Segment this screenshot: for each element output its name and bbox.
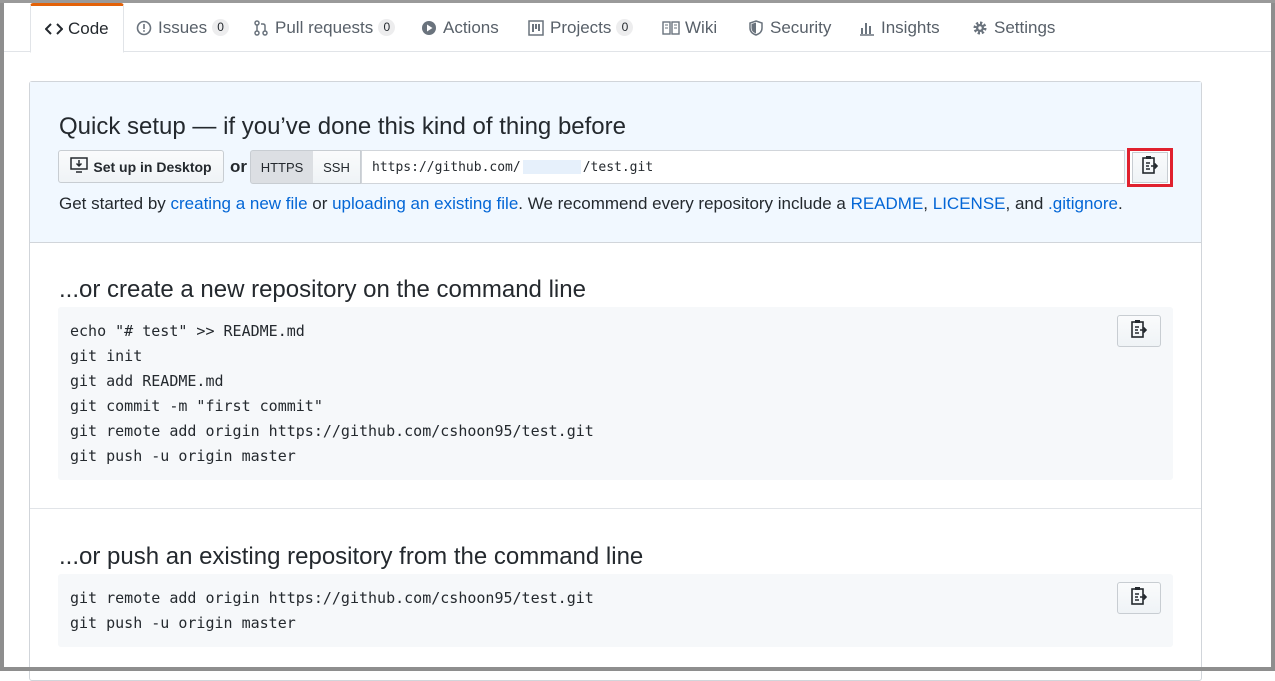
pull-requests-counter: 0 bbox=[378, 19, 396, 36]
copy-push-commands-button[interactable] bbox=[1117, 582, 1161, 614]
tab-label: Actions bbox=[443, 17, 499, 37]
tab-label: Pull requests bbox=[275, 17, 374, 37]
license-link[interactable]: LICENSE bbox=[933, 194, 1006, 213]
get-started-text-part: , bbox=[923, 194, 933, 213]
code-icon bbox=[45, 20, 63, 38]
tab-insights[interactable]: Insights bbox=[858, 3, 940, 52]
clipboard-icon bbox=[1141, 155, 1159, 180]
copy-create-commands-button[interactable] bbox=[1117, 315, 1161, 347]
readme-link[interactable]: README bbox=[851, 194, 924, 213]
tab-label: Code bbox=[68, 19, 109, 38]
tab-label: Security bbox=[770, 17, 832, 37]
tab-code[interactable]: Code bbox=[30, 3, 124, 53]
projects-counter: 0 bbox=[616, 19, 634, 36]
quick-setup-panel: Quick setup — if you’ve done this kind o… bbox=[30, 82, 1201, 243]
push-repo-title: ...or push an existing repository from t… bbox=[59, 543, 644, 570]
clone-url-prefix: https://github.com/ bbox=[372, 159, 521, 175]
tab-security[interactable]: Security bbox=[747, 3, 831, 52]
tab-settings[interactable]: Settings bbox=[971, 3, 1055, 52]
repo-nav-tabs: Code Issues 0 Pull requests 0 Actions Pr… bbox=[4, 3, 1271, 53]
clipboard-icon bbox=[1130, 586, 1148, 610]
code-line: git init bbox=[70, 347, 143, 365]
code-line: git remote add origin https://github.com… bbox=[70, 589, 594, 607]
quick-setup-title: Quick setup — if you’ve done this kind o… bbox=[59, 113, 626, 140]
copy-url-button[interactable] bbox=[1132, 152, 1168, 183]
pull-request-icon bbox=[252, 19, 270, 37]
copy-url-highlight bbox=[1127, 148, 1173, 187]
redacted-username bbox=[522, 160, 581, 174]
desktop-download-icon bbox=[70, 157, 89, 176]
issues-counter: 0 bbox=[212, 19, 230, 36]
tab-label: Projects bbox=[550, 17, 612, 37]
tab-label: Issues bbox=[158, 17, 208, 37]
ssh-toggle-button[interactable]: SSH bbox=[313, 150, 361, 184]
get-started-text-part: . bbox=[1117, 194, 1123, 213]
get-started-text-part: Get started by bbox=[59, 194, 171, 213]
tab-label: Wiki bbox=[685, 17, 718, 37]
get-started-text-part: or bbox=[307, 194, 333, 213]
clone-url-input[interactable]: https://github.com/ /test.git bbox=[361, 150, 1125, 184]
setup-in-desktop-button[interactable]: Set up in Desktop bbox=[58, 150, 224, 183]
clone-url-suffix: /test.git bbox=[582, 159, 654, 175]
get-started-text-part: . We recommend every repository include … bbox=[518, 194, 851, 213]
gear-icon bbox=[971, 19, 989, 37]
tab-actions[interactable]: Actions bbox=[420, 3, 499, 52]
tab-label: Insights bbox=[881, 17, 940, 37]
create-repo-code-block: echo "# test" >> README.md git init git … bbox=[58, 307, 1173, 480]
shield-icon bbox=[747, 19, 765, 37]
tab-projects[interactable]: Projects 0 bbox=[527, 3, 634, 52]
code-line: echo "# test" >> README.md bbox=[70, 322, 305, 340]
issue-icon bbox=[135, 19, 153, 37]
uploading-existing-file-link[interactable]: uploading an existing file bbox=[332, 194, 518, 213]
get-started-text-part: , and bbox=[1005, 194, 1049, 213]
https-toggle-button[interactable]: HTTPS bbox=[250, 150, 314, 184]
code-line: git push -u origin master bbox=[70, 447, 296, 465]
tab-pull-requests[interactable]: Pull requests 0 bbox=[252, 3, 396, 52]
play-icon bbox=[420, 19, 438, 37]
gitignore-link[interactable]: .gitignore bbox=[1048, 194, 1118, 213]
create-repo-title: ...or create a new repository on the com… bbox=[59, 276, 586, 303]
empty-repo-setup-box: Quick setup — if you’ve done this kind o… bbox=[29, 81, 1202, 681]
code-line: git commit -m "first commit" bbox=[70, 397, 323, 415]
or-separator: or bbox=[230, 157, 247, 176]
section-divider bbox=[30, 508, 1201, 509]
clipboard-icon bbox=[1130, 319, 1148, 343]
push-repo-code-block: git remote add origin https://github.com… bbox=[58, 574, 1173, 647]
code-line: git add README.md bbox=[70, 372, 224, 390]
code-line: git remote add origin https://github.com… bbox=[70, 422, 594, 440]
project-icon bbox=[527, 19, 545, 37]
graph-icon bbox=[858, 19, 876, 37]
book-icon bbox=[662, 19, 680, 37]
code-line: git push -u origin master bbox=[70, 614, 296, 632]
get-started-text: Get started by creating a new file or up… bbox=[59, 194, 1123, 214]
creating-new-file-link[interactable]: creating a new file bbox=[171, 194, 308, 213]
window-top-border bbox=[0, 0, 1275, 3]
tab-wiki[interactable]: Wiki bbox=[662, 3, 717, 52]
setup-in-desktop-label: Set up in Desktop bbox=[93, 158, 212, 175]
tab-issues[interactable]: Issues 0 bbox=[135, 3, 230, 52]
tab-label: Settings bbox=[994, 17, 1056, 37]
